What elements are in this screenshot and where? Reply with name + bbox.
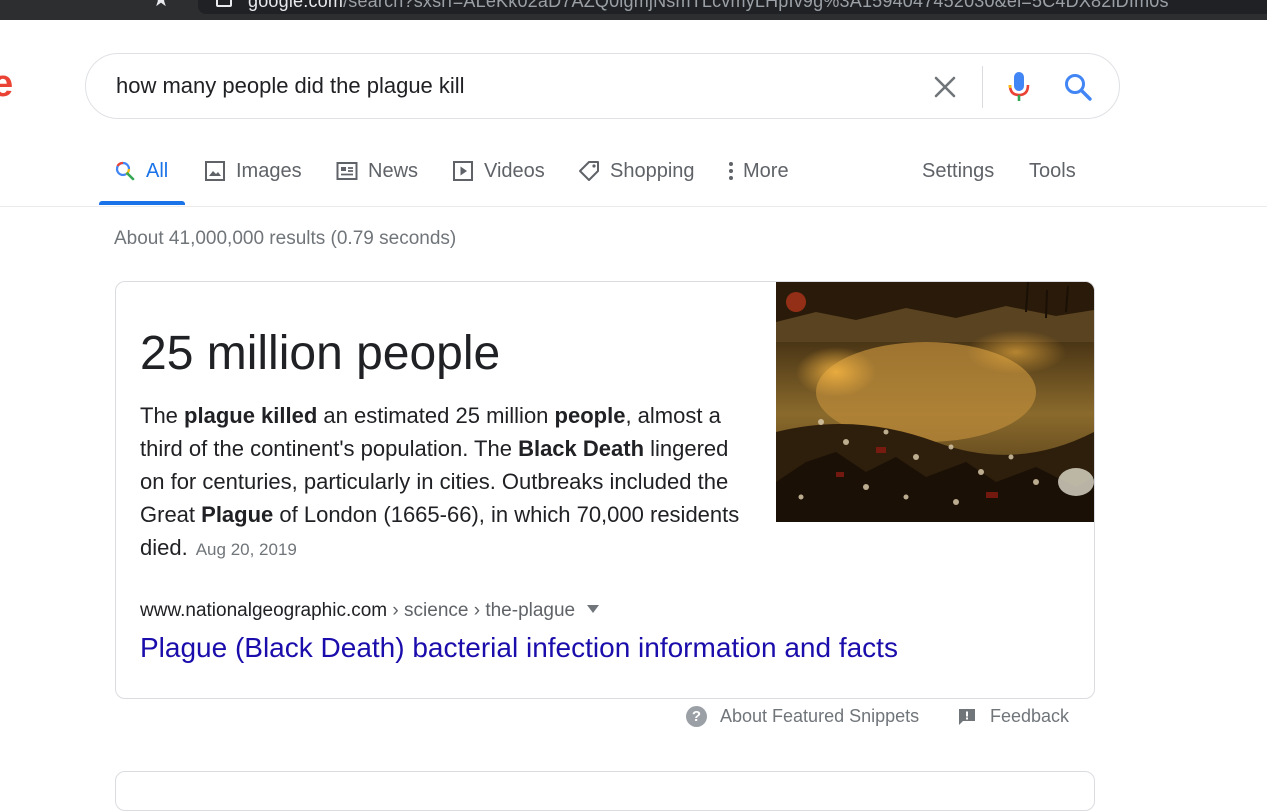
more-vert-icon [729, 162, 733, 180]
cite-domain: www.nationalgeographic.com [140, 600, 388, 621]
tabs-divider [0, 206, 1267, 207]
settings-link[interactable]: Settings [922, 150, 994, 206]
featured-snippet: 25 million people The plague killed an e… [115, 281, 1095, 699]
help-icon: ? [686, 706, 707, 727]
tag-icon [579, 161, 599, 181]
cite-path: › science › the-plague [387, 600, 576, 621]
tab-label: Images [236, 160, 302, 182]
bookmark-star-icon[interactable]: ★ [152, 0, 170, 10]
image-icon [205, 161, 225, 181]
news-icon [336, 162, 358, 180]
address-bar[interactable]: google.com/search?sxsrf=ALeKk02aD7AZQ0ig… [198, 0, 1267, 14]
microphone-icon[interactable] [1006, 70, 1032, 104]
tools-label: Tools [1029, 160, 1076, 182]
about-featured-snippets-link[interactable]: ? About Featured Snippets [686, 706, 919, 727]
video-icon [453, 161, 473, 181]
tab-label: News [368, 160, 419, 182]
snippet-image[interactable] [776, 282, 1094, 522]
browser-toolbar: ★ google.com/search?sxsrf=ALeKk02aD7AZQ0… [0, 0, 1267, 20]
feedback-link[interactable]: Feedback [958, 706, 1069, 727]
result-citation: www.nationalgeographic.com › science › t… [140, 600, 600, 622]
tab-label: More [743, 160, 789, 182]
tab-videos[interactable]: Videos [452, 150, 545, 206]
search-divider [982, 66, 983, 108]
tab-all[interactable]: All [114, 150, 168, 206]
tab-label: All [146, 160, 169, 182]
tab-more[interactable]: More [727, 150, 789, 206]
search-box [85, 53, 1120, 119]
settings-label: Settings [922, 160, 995, 182]
feedback-label: Feedback [990, 706, 1070, 726]
next-result-card [115, 771, 1095, 811]
search-tabs: All Images News Videos Shopping More Set… [0, 150, 1267, 206]
search-all-icon [115, 161, 135, 181]
tab-news[interactable]: News [336, 150, 418, 206]
lock-icon [216, 0, 232, 7]
google-logo[interactable]: e [0, 64, 13, 104]
snippet-date: Aug 20, 2019 [195, 540, 297, 559]
search-input[interactable] [116, 70, 896, 102]
active-tab-indicator [99, 201, 185, 205]
clear-icon[interactable] [932, 74, 958, 100]
tab-shopping[interactable]: Shopping [578, 150, 695, 206]
tab-label: Shopping [610, 160, 695, 182]
search-icon[interactable] [1063, 72, 1093, 102]
tools-link[interactable]: Tools [1029, 150, 1076, 206]
tab-images[interactable]: Images [204, 150, 302, 206]
dropdown-arrow-icon[interactable] [587, 605, 600, 613]
snippet-answer: 25 million people [140, 327, 501, 380]
result-title-link[interactable]: Plague (Black Death) bacterial infection… [140, 632, 898, 664]
snippet-text: The plague killed an estimated 25 millio… [140, 403, 740, 560]
url-text: google.com/search?sxsrf=ALeKk02aD7AZQ0ig… [248, 0, 1169, 11]
result-stats: About 41,000,000 results (0.79 seconds) [114, 228, 457, 249]
tab-label: Videos [484, 160, 545, 182]
about-snippets-label: About Featured Snippets [720, 706, 920, 726]
feedback-icon [959, 708, 975, 725]
